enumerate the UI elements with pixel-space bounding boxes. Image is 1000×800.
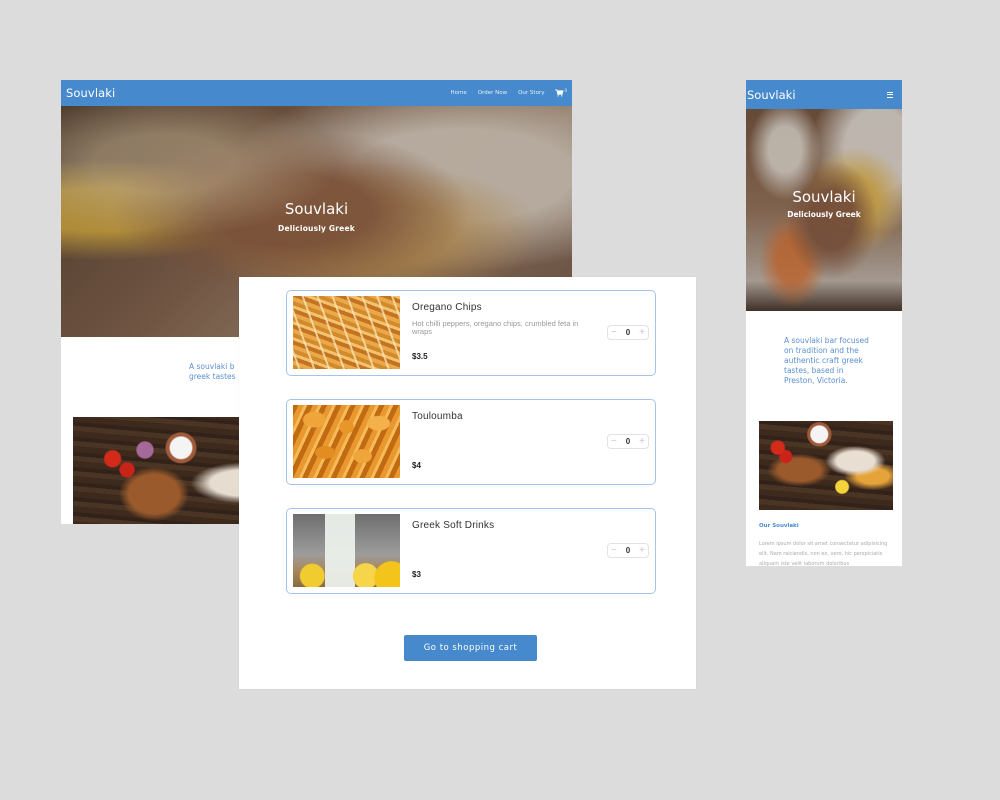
mobile-food-platter-photo	[759, 421, 893, 510]
our-souvlaki-body: Lorem ipsum dolor sit amet consectetur a…	[759, 541, 888, 566]
touloumba-photo	[293, 405, 400, 478]
menu-order-panel: Oregano Chips Hot chilli peppers, oregan…	[239, 277, 696, 689]
mobile-hero-text: Souvlaki Deliciously Greek	[746, 188, 902, 219]
increment-button[interactable]: +	[639, 436, 645, 447]
hero-subtitle: Deliciously Greek	[278, 224, 355, 233]
increment-button[interactable]: +	[639, 327, 645, 338]
brand-logo[interactable]: Souvlaki	[66, 86, 115, 100]
menu-item-name: Greek Soft Drinks	[412, 520, 495, 531]
cart-count-badge: 0	[564, 88, 567, 93]
quantity-stepper: − 0 +	[607, 434, 649, 449]
menu-item-name: Touloumba	[412, 411, 463, 422]
our-souvlaki-heading: Our Souvlaki	[759, 523, 799, 529]
quantity-value: 0	[625, 328, 631, 337]
go-to-shopping-cart-button[interactable]: Go to shopping cart	[404, 635, 537, 661]
hamburger-menu-icon[interactable]	[887, 91, 893, 98]
decrement-button[interactable]: −	[611, 436, 617, 447]
mobile-hero-title: Souvlaki	[792, 188, 856, 206]
nav-link-order-now[interactable]: Order Now	[478, 90, 507, 96]
quantity-value: 0	[625, 437, 631, 446]
quantity-stepper: − 0 +	[607, 325, 649, 340]
mobile-tagline: A souvlaki bar focused on tradition and …	[784, 336, 869, 385]
menu-item-description: Hot chilli peppers, oregano chips, crumb…	[412, 319, 579, 336]
desktop-nav-links: Home Order Now Our Story 0	[450, 88, 567, 97]
menu-item-card: Greek Soft Drinks $3 − 0 +	[286, 508, 656, 594]
desktop-food-platter-photo	[73, 417, 253, 524]
menu-item-price: $4	[412, 461, 421, 470]
quantity-value: 0	[625, 546, 631, 555]
quantity-stepper: − 0 +	[607, 543, 649, 558]
nav-link-our-story[interactable]: Our Story	[518, 90, 544, 96]
menu-item-name: Oregano Chips	[412, 302, 482, 313]
oregano-chips-photo	[293, 296, 400, 369]
desktop-tagline: A souvlaki b greek tastes	[189, 362, 236, 381]
menu-item-card: Oregano Chips Hot chilli peppers, oregan…	[286, 290, 656, 376]
increment-button[interactable]: +	[639, 545, 645, 556]
menu-item-price: $3	[412, 570, 421, 579]
desktop-hero-text: Souvlaki Deliciously Greek	[61, 200, 572, 233]
nav-link-home[interactable]: Home	[450, 90, 466, 96]
menu-item-price: $3.5	[412, 352, 428, 361]
mobile-navbar: Souvlaki	[746, 80, 902, 109]
mobile-hero-subtitle: Deliciously Greek	[787, 210, 861, 219]
decrement-button[interactable]: −	[611, 545, 617, 556]
mobile-brand-logo[interactable]: Souvlaki	[747, 88, 796, 102]
mobile-mockup: Souvlaki Souvlaki Deliciously Greek A so…	[746, 80, 902, 566]
cart-link[interactable]: 0	[555, 88, 567, 97]
hero-title: Souvlaki	[284, 200, 349, 218]
greek-soft-drinks-photo	[293, 514, 400, 587]
shopping-cart-icon	[555, 89, 564, 97]
decrement-button[interactable]: −	[611, 327, 617, 338]
desktop-navbar: Souvlaki Home Order Now Our Story 0	[61, 80, 572, 106]
mobile-hero-image: Souvlaki Deliciously Greek	[746, 109, 902, 311]
menu-item-card: Touloumba $4 − 0 +	[286, 399, 656, 485]
